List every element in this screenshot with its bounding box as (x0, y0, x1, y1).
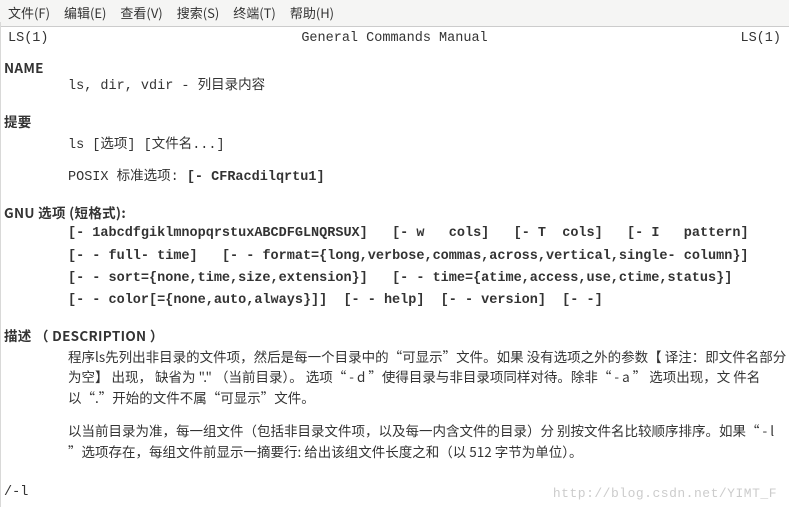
menu-term[interactable]: 终端(T) (233, 3, 276, 23)
terminal-frame (0, 22, 789, 507)
menu-help[interactable]: 帮助(H) (290, 3, 334, 23)
menu-search[interactable]: 搜索(S) (177, 3, 220, 23)
watermark: http://blog.csdn.net/YIMT_F (553, 484, 777, 504)
menu-edit[interactable]: 编辑(E) (64, 3, 106, 23)
pager-search[interactable]: /-l (4, 483, 28, 503)
menu-view[interactable]: 查看(V) (120, 3, 162, 23)
menu-file[interactable]: 文件(F) (8, 3, 50, 23)
